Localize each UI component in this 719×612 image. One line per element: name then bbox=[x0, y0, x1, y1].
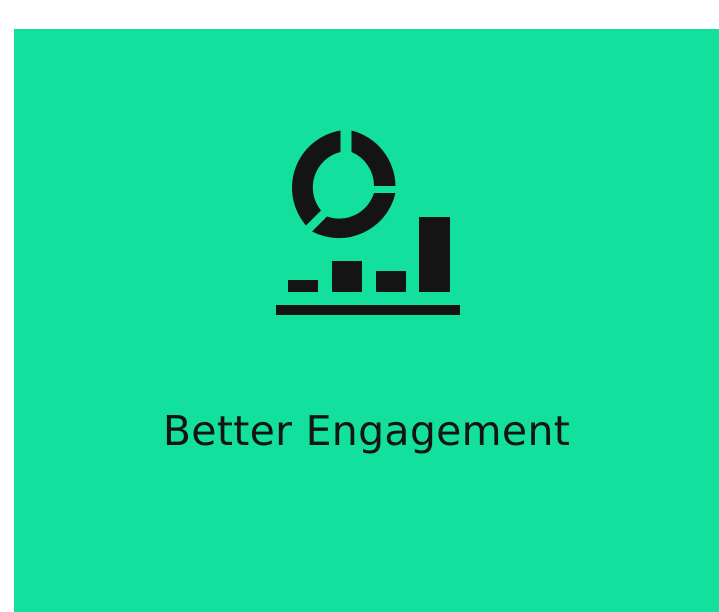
feature-title: Better Engagement bbox=[162, 407, 571, 455]
engagement-analytics-icon bbox=[276, 129, 462, 317]
feature-card: Better Engagement bbox=[14, 29, 719, 612]
